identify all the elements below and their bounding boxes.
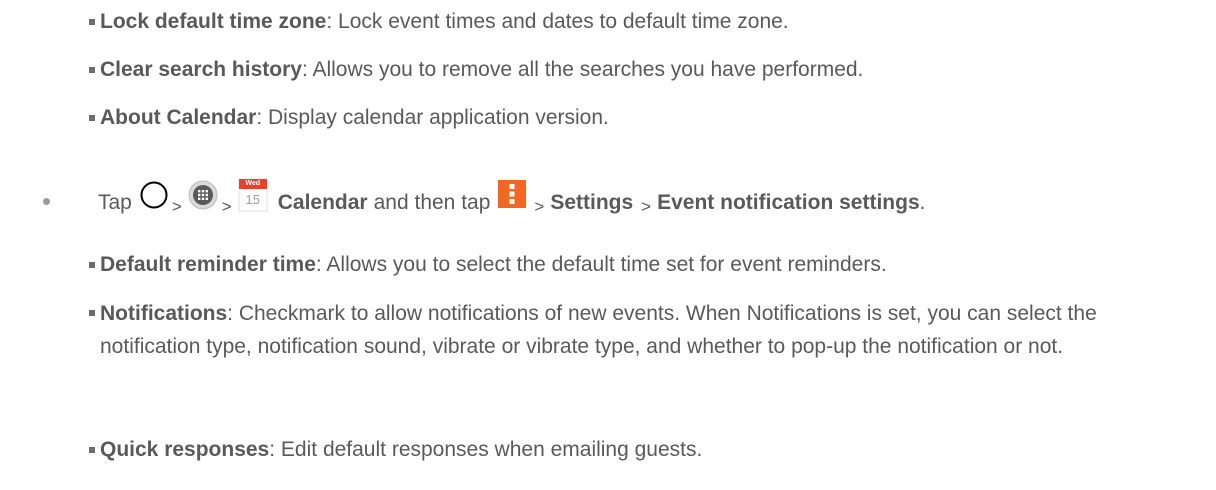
square-bullet-icon: [89, 19, 95, 25]
item-term: Clear search history: [100, 58, 302, 81]
item-description: : Allows you to remove all the searches …: [301, 58, 864, 81]
event-notification-settings-label: Event notification settings: [657, 191, 920, 214]
separator-gt: >: [534, 197, 545, 216]
separator-gt: >: [641, 197, 652, 216]
square-bullet-icon: [89, 262, 95, 268]
square-bullet-icon: [89, 67, 95, 73]
list-item-default-reminder-time: Default reminder time: Allows you to sel…: [89, 253, 887, 277]
calendar-label: Calendar: [277, 191, 368, 214]
item-description: : Lock event times and dates to default …: [326, 10, 789, 33]
calendar-icon-day: Wed: [245, 180, 261, 187]
calendar-app-icon: Wed 15: [238, 178, 268, 212]
tap-word: Tap: [98, 191, 132, 214]
list-item-quick-responses: Quick responses: Edit default responses …: [89, 438, 703, 462]
item-term: About Calendar: [100, 106, 257, 129]
list-item-clear-search-history: Clear search history: Allows you to remo…: [89, 58, 864, 82]
item-term: Lock default time zone: [100, 10, 327, 33]
item-description: : Checkmark to allow notifications of ne…: [100, 302, 1097, 358]
square-bullet-icon: [89, 447, 95, 453]
separator-gt: >: [171, 197, 182, 216]
round-bullet-icon: [43, 198, 50, 205]
item-description: : Edit default responses when emailing g…: [269, 438, 703, 461]
item-description: : Allows you to select the default time …: [315, 253, 887, 276]
square-bullet-icon: [89, 310, 95, 316]
list-item-lock-default-time-zone: Lock default time zone: Lock event times…: [89, 10, 789, 34]
menu-more-icon: [498, 179, 527, 215]
square-bullet-icon: [89, 115, 95, 121]
item-term: Quick responses: [100, 438, 270, 461]
home-circle-icon: [140, 181, 168, 216]
period: .: [919, 191, 926, 214]
settings-label: Settings: [550, 191, 634, 214]
apps-grid-icon: [188, 180, 218, 217]
tap-instruction-text: Tap > > Wed 15 Calendar and then tap > S…: [98, 178, 926, 220]
and-then-tap-text: and then tap: [373, 191, 491, 214]
calendar-icon-date: 15: [245, 192, 260, 207]
separator-gt: >: [221, 197, 232, 216]
list-item-notifications: Notifications: Checkmark to allow notifi…: [89, 297, 1180, 363]
tap-instruction: Tap > > Wed 15 Calendar and then tap > S…: [43, 178, 1183, 226]
list-item-about-calendar: About Calendar: Display calendar applica…: [89, 106, 609, 130]
item-term: Notifications: [100, 302, 228, 325]
item-term: Default reminder time: [100, 253, 316, 276]
item-description: : Display calendar application version.: [256, 106, 609, 129]
